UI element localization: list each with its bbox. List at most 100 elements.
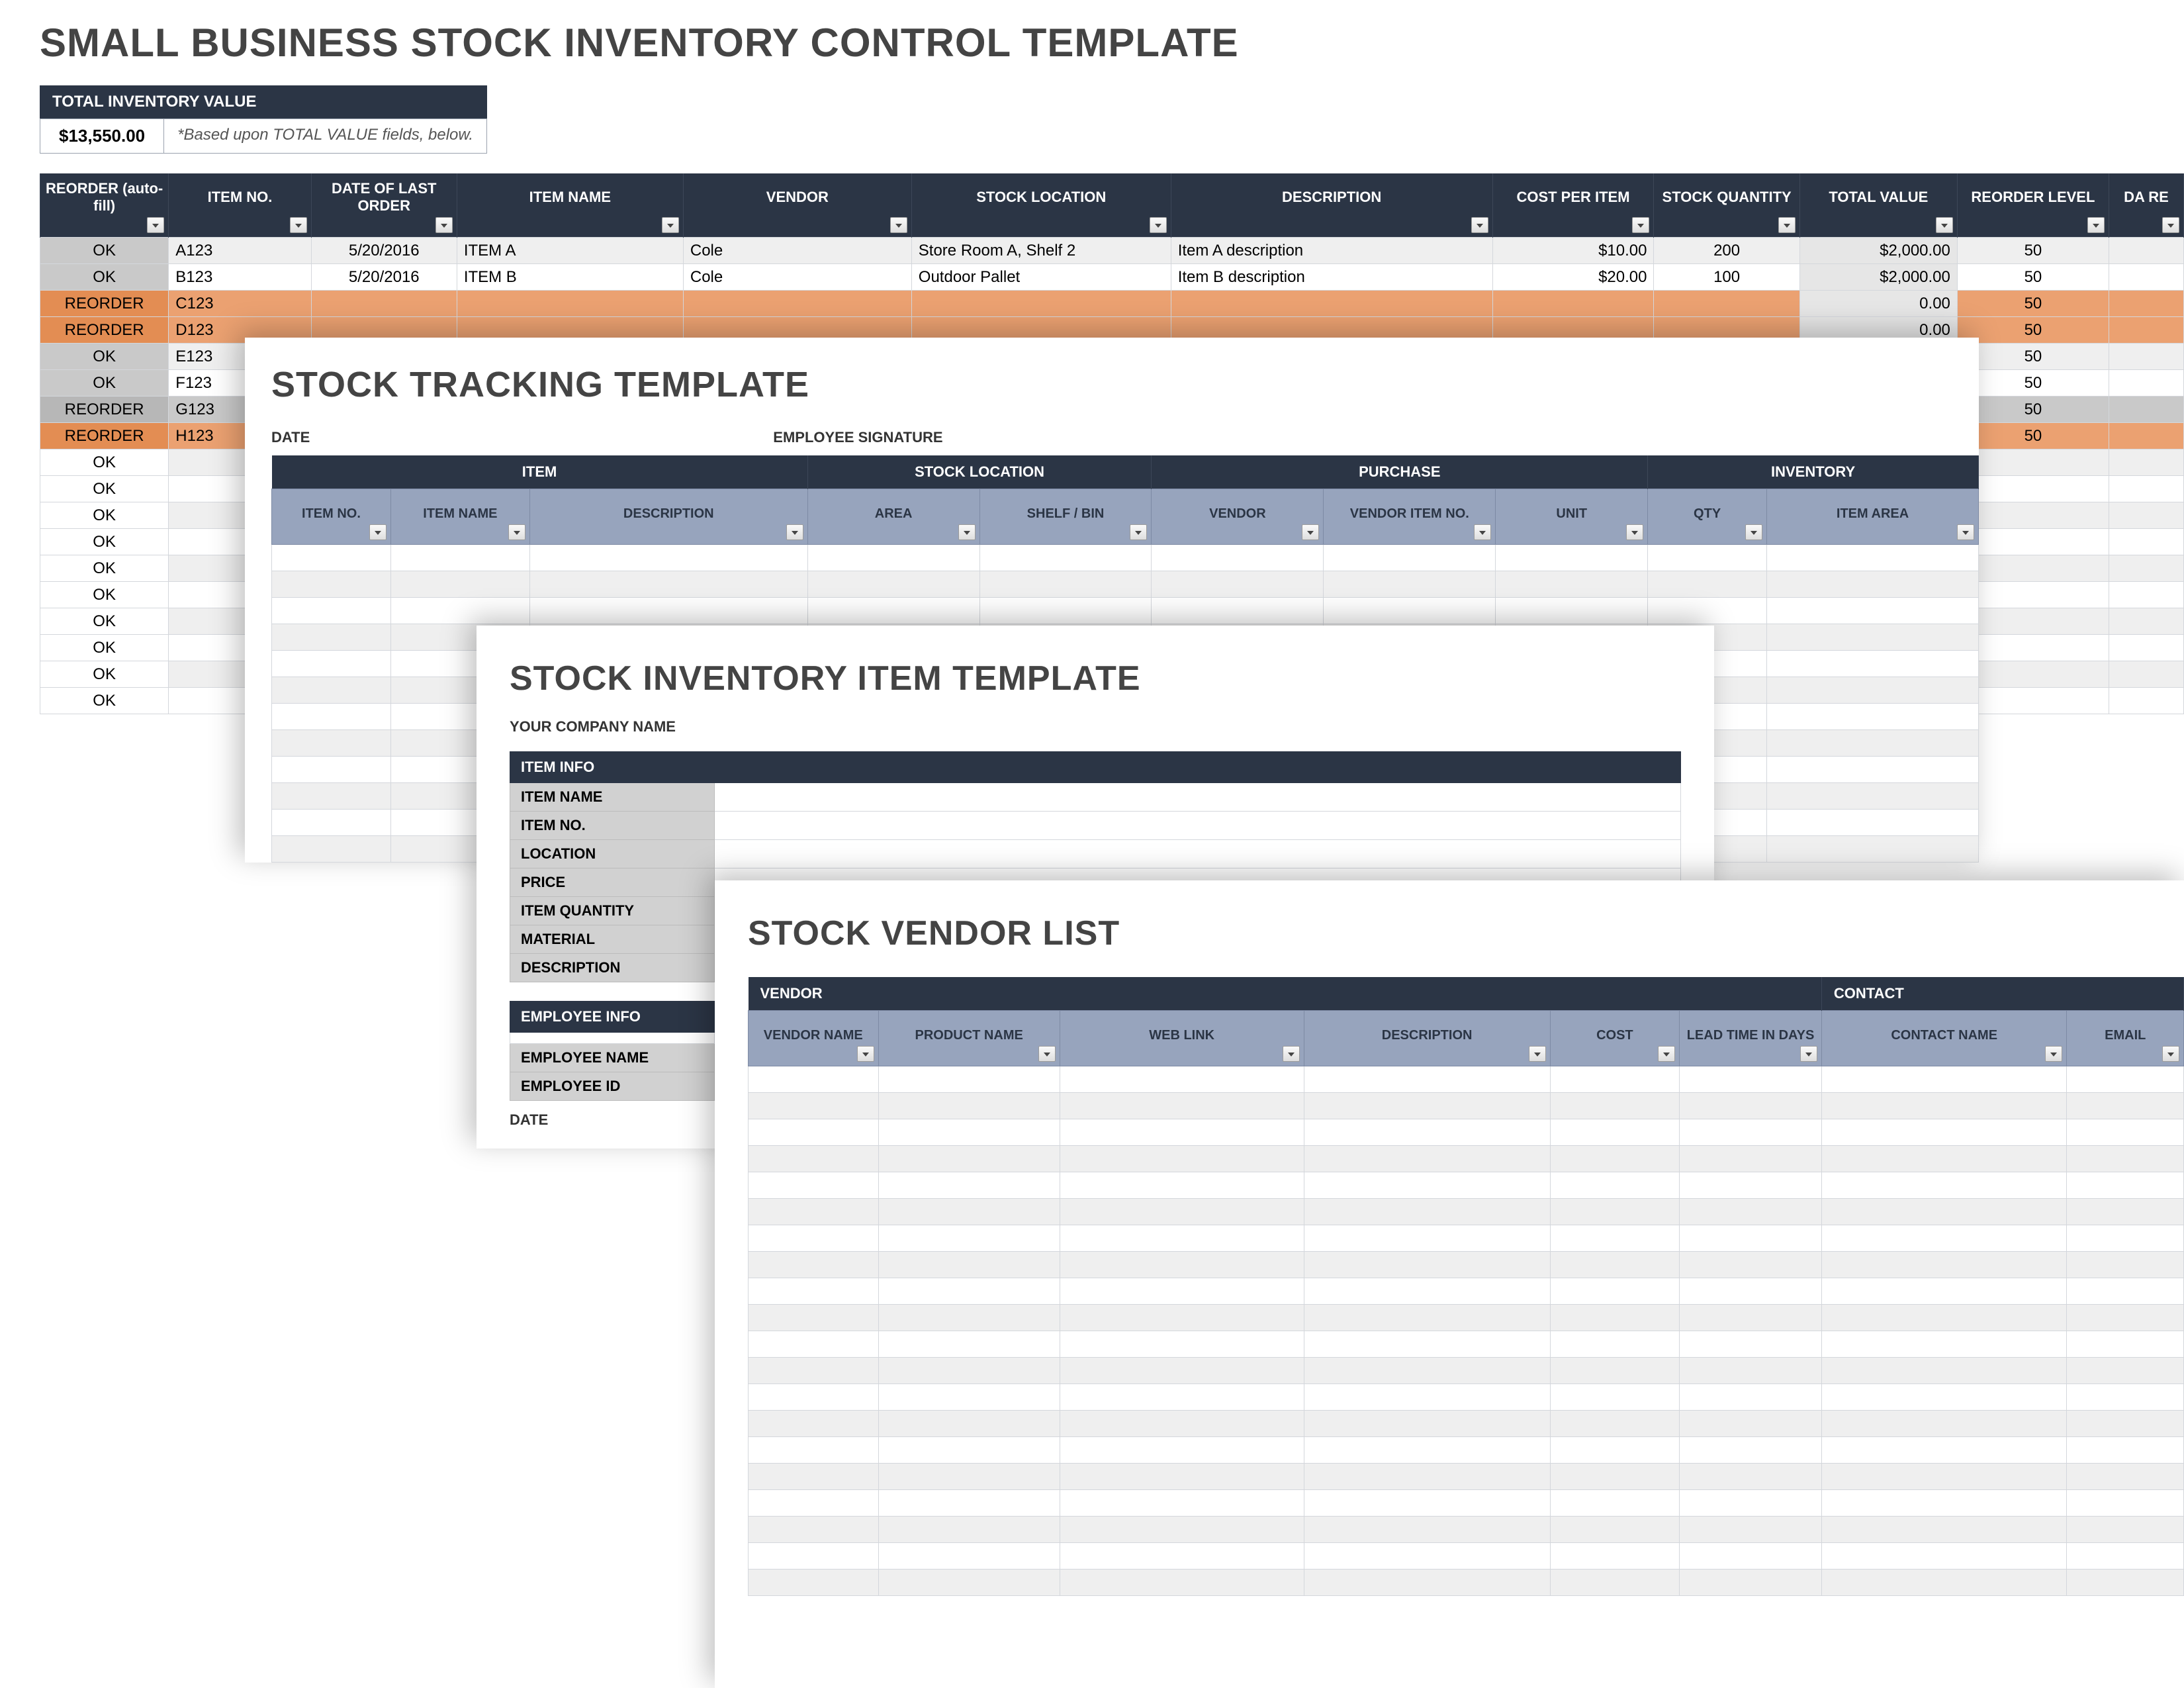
column-header[interactable]: VENDOR ITEM NO. (1324, 489, 1496, 545)
cell[interactable] (1767, 624, 1979, 651)
cell[interactable]: 50 (1957, 238, 2109, 264)
cell[interactable] (2109, 555, 2183, 582)
filter-dropdown-icon[interactable] (435, 217, 453, 233)
cell[interactable]: Cole (683, 238, 911, 264)
filter-dropdown-icon[interactable] (1632, 217, 1649, 233)
cell[interactable] (878, 1464, 1060, 1490)
cell[interactable]: OK (40, 582, 169, 608)
cell[interactable] (1324, 545, 1496, 571)
cell[interactable] (1550, 1305, 1680, 1331)
filter-dropdown-icon[interactable] (1745, 524, 1762, 540)
cell[interactable] (1060, 1384, 1304, 1411)
cell[interactable] (2109, 529, 2183, 555)
cell[interactable] (749, 1464, 879, 1490)
cell[interactable] (1060, 1225, 1304, 1252)
cell[interactable] (749, 1172, 879, 1199)
cell[interactable] (878, 1093, 1060, 1119)
cell[interactable] (1680, 1570, 1822, 1596)
cell[interactable] (1767, 677, 1979, 704)
cell[interactable] (749, 1411, 879, 1437)
cell[interactable] (2067, 1119, 2184, 1146)
cell[interactable] (1304, 1543, 1550, 1570)
cell[interactable]: Outdoor Pallet (911, 264, 1171, 291)
cell[interactable] (1680, 1252, 1822, 1278)
cell[interactable] (749, 1278, 879, 1305)
cell[interactable] (272, 598, 391, 624)
column-header[interactable]: VENDOR (683, 173, 911, 238)
table-row[interactable] (272, 571, 1979, 598)
cell[interactable]: 5/20/2016 (311, 238, 457, 264)
cell[interactable] (878, 1437, 1060, 1464)
cell[interactable] (1304, 1252, 1550, 1278)
cell[interactable] (1304, 1278, 1550, 1305)
cell[interactable] (878, 1172, 1060, 1199)
filter-dropdown-icon[interactable] (1283, 1046, 1300, 1062)
cell[interactable] (2109, 661, 2183, 688)
cell[interactable]: OK (40, 370, 169, 397)
column-header[interactable]: VENDOR (1152, 489, 1324, 545)
column-header[interactable]: LEAD TIME IN DAYS (1680, 1011, 1822, 1066)
cell[interactable] (1550, 1278, 1680, 1305)
cell[interactable] (390, 545, 529, 571)
cell[interactable] (390, 598, 529, 624)
table-row[interactable] (749, 1225, 2184, 1252)
table-row[interactable] (749, 1331, 2184, 1358)
cell[interactable] (1821, 1384, 2067, 1411)
column-header[interactable]: ITEM NAME (390, 489, 529, 545)
cell[interactable] (1060, 1490, 1304, 1517)
cell[interactable] (807, 545, 979, 571)
cell[interactable] (1550, 1464, 1680, 1490)
cell[interactable]: OK (40, 502, 169, 529)
filter-dropdown-icon[interactable] (2162, 217, 2179, 233)
cell[interactable] (1648, 598, 1767, 624)
cell[interactable] (2067, 1146, 2184, 1172)
field-value[interactable] (715, 840, 1681, 868)
cell[interactable] (1680, 1225, 1822, 1252)
cell[interactable] (272, 810, 391, 836)
filter-dropdown-icon[interactable] (2162, 1046, 2179, 1062)
cell[interactable] (1152, 598, 1324, 624)
cell[interactable] (1060, 1305, 1304, 1331)
cell[interactable] (2109, 344, 2183, 370)
cell[interactable] (1767, 598, 1979, 624)
filter-dropdown-icon[interactable] (147, 217, 164, 233)
cell[interactable] (1767, 545, 1979, 571)
cell[interactable] (2067, 1225, 2184, 1252)
cell[interactable] (2109, 688, 2183, 714)
cell[interactable] (1060, 1543, 1304, 1570)
cell[interactable] (272, 704, 391, 730)
filter-dropdown-icon[interactable] (1471, 217, 1488, 233)
cell[interactable] (1680, 1517, 1822, 1543)
filter-dropdown-icon[interactable] (1936, 217, 1953, 233)
cell[interactable] (1767, 836, 1979, 863)
filter-dropdown-icon[interactable] (1626, 524, 1643, 540)
cell[interactable] (2109, 238, 2183, 264)
cell[interactable] (457, 291, 683, 317)
cell[interactable]: 50 (1957, 317, 2109, 344)
cell[interactable] (749, 1252, 879, 1278)
cell[interactable] (1171, 291, 1492, 317)
cell[interactable]: 50 (1957, 264, 2109, 291)
cell[interactable] (1680, 1358, 1822, 1384)
cell[interactable] (1152, 571, 1324, 598)
cell[interactable] (1550, 1358, 1680, 1384)
cell[interactable] (2109, 476, 2183, 502)
cell[interactable] (1304, 1358, 1550, 1384)
cell[interactable] (1550, 1411, 1680, 1437)
cell[interactable] (1060, 1093, 1304, 1119)
column-header[interactable]: REORDER (auto-fill) (40, 173, 169, 238)
filter-dropdown-icon[interactable] (1658, 1046, 1675, 1062)
column-header[interactable]: COST PER ITEM (1492, 173, 1654, 238)
cell[interactable]: OK (40, 344, 169, 370)
column-header[interactable]: ITEM NAME (457, 173, 683, 238)
filter-dropdown-icon[interactable] (786, 524, 803, 540)
cell[interactable] (1550, 1093, 1680, 1119)
cell[interactable]: REORDER (40, 291, 169, 317)
column-header[interactable]: VENDOR NAME (749, 1011, 879, 1066)
cell[interactable]: $2,000.00 (1799, 264, 1957, 291)
cell[interactable] (272, 571, 391, 598)
cell[interactable] (1957, 502, 2109, 529)
cell[interactable] (1060, 1066, 1304, 1093)
cell[interactable] (878, 1066, 1060, 1093)
cell[interactable]: ITEM B (457, 264, 683, 291)
